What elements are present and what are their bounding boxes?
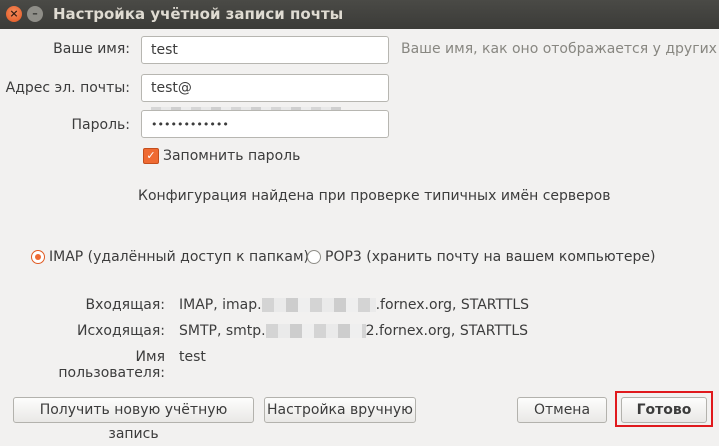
title-bar: × – Настройка учётной записи почты — [0, 0, 719, 29]
name-hint: Ваше имя, как оно отображается у других — [401, 41, 717, 57]
imap-radio[interactable] — [31, 250, 45, 264]
pop3-label[interactable]: POP3 (хранить почту на вашем компьютере) — [325, 249, 655, 265]
outgoing-suffix: 2.fornex.org, STARTTLS — [365, 323, 529, 339]
redacted-incoming-host — [261, 298, 376, 312]
cancel-button[interactable]: Отмена — [517, 397, 607, 423]
password-field[interactable]: •••••••••••• — [141, 110, 389, 138]
redacted-outgoing-host — [265, 324, 366, 338]
username-value: test — [179, 349, 206, 365]
username-label: Имя пользователя: — [58, 349, 165, 381]
minimize-icon[interactable]: – — [27, 6, 43, 22]
new-account-button[interactable]: Получить новую учётную запись — [13, 397, 254, 442]
window-title: Настройка учётной записи почты — [53, 5, 344, 23]
password-label: Пароль: — [71, 117, 130, 133]
manual-config-button[interactable]: Настройка вручную — [264, 397, 416, 423]
outgoing-server-value: SMTP, smtp. 2.fornex.org, STARTTLS — [179, 323, 528, 339]
name-label: Ваше имя: — [53, 41, 130, 57]
outgoing-label: Исходящая: — [76, 323, 165, 339]
email-value: test@ — [151, 80, 192, 96]
outgoing-prefix: SMTP, smtp. — [179, 323, 266, 339]
status-message: Конфигурация найдена при проверке типичн… — [138, 188, 611, 204]
remember-password-checkbox[interactable]: ✓ — [143, 148, 159, 164]
name-value: test — [151, 42, 178, 58]
password-value: •••••••••••• — [151, 118, 229, 131]
incoming-label: Входящая: — [85, 297, 165, 313]
name-field[interactable]: test — [141, 36, 389, 64]
remember-password-label[interactable]: Запомнить пароль — [163, 148, 300, 164]
email-field[interactable]: test@ — [141, 74, 389, 121]
incoming-prefix: IMAP, imap. — [179, 297, 262, 313]
incoming-server-value: IMAP, imap. .fornex.org, STARTTLS — [179, 297, 529, 313]
done-button[interactable]: Готово — [621, 397, 707, 423]
incoming-suffix: .fornex.org, STARTTLS — [375, 297, 530, 313]
pop3-radio[interactable] — [307, 250, 321, 264]
imap-label[interactable]: IMAP (удалённый доступ к папкам) — [49, 249, 309, 265]
email-label: Адрес эл. почты: — [5, 80, 130, 96]
close-icon[interactable]: × — [6, 6, 22, 22]
